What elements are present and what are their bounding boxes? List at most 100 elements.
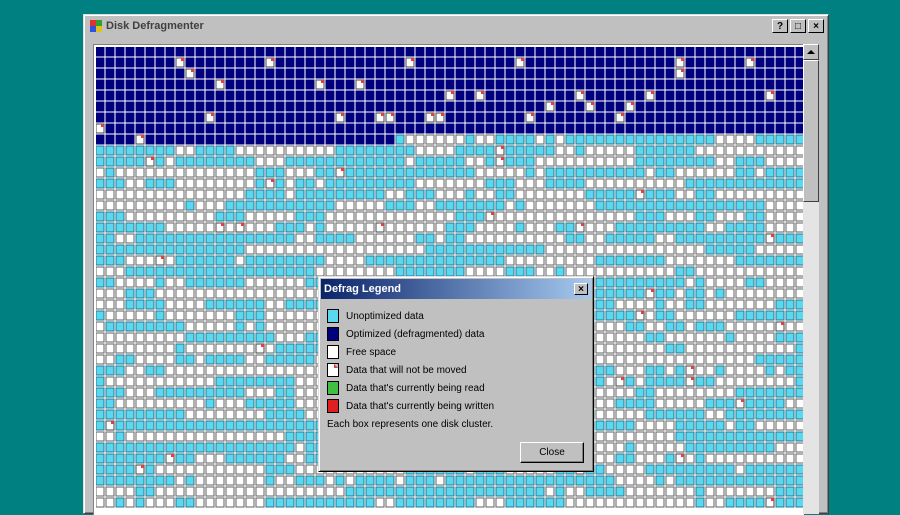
- disk-cluster: [125, 156, 135, 167]
- scroll-up-arrow-icon[interactable]: [803, 44, 819, 60]
- defrag-legend-dialog: Defrag Legend × Unoptimized data Optimiz…: [318, 276, 594, 472]
- disk-cluster: [135, 47, 145, 57]
- disk-cluster: [545, 134, 555, 145]
- disk-cluster: [775, 464, 785, 475]
- disk-cluster: [625, 365, 635, 376]
- disk-cluster: [505, 475, 515, 486]
- disk-cluster: [705, 189, 715, 200]
- disk-cluster: [405, 497, 415, 508]
- disk-cluster: [775, 134, 785, 145]
- disk-cluster: [385, 200, 395, 211]
- disk-cluster: [335, 266, 345, 277]
- disk-cluster: [265, 156, 275, 167]
- disk-cluster: [285, 442, 295, 453]
- disk-cluster: [655, 343, 665, 354]
- disk-cluster: [625, 354, 635, 365]
- dialog-close-icon[interactable]: ×: [574, 283, 588, 295]
- disk-cluster: [615, 332, 625, 343]
- disk-cluster: [295, 376, 305, 387]
- disk-cluster: [265, 376, 275, 387]
- disk-cluster: [695, 442, 705, 453]
- disk-cluster: [695, 486, 705, 497]
- disk-cluster: [705, 222, 715, 233]
- disk-cluster: [775, 497, 785, 508]
- disk-cluster: [175, 123, 185, 134]
- disk-cluster: [535, 233, 545, 244]
- disk-cluster: [705, 497, 715, 508]
- disk-cluster: [615, 288, 625, 299]
- disk-cluster: [745, 475, 755, 486]
- disk-cluster: [135, 420, 145, 431]
- disk-cluster: [105, 189, 115, 200]
- disk-cluster: [185, 244, 195, 255]
- disk-cluster: [715, 288, 725, 299]
- disk-cluster: [595, 200, 605, 211]
- disk-cluster: [155, 211, 165, 222]
- help-button[interactable]: ?: [772, 19, 788, 33]
- disk-cluster: [235, 47, 245, 57]
- disk-cluster: [215, 200, 225, 211]
- disk-cluster: [465, 145, 475, 156]
- disk-cluster: [665, 233, 675, 244]
- disk-cluster: [765, 47, 775, 57]
- disk-cluster: [385, 178, 395, 189]
- disk-cluster: [725, 178, 735, 189]
- scroll-thumb[interactable]: [803, 60, 819, 202]
- disk-cluster: [705, 387, 715, 398]
- disk-cluster: [245, 497, 255, 508]
- disk-cluster: [305, 365, 315, 376]
- disk-cluster: [705, 288, 715, 299]
- restore-button[interactable]: □: [790, 19, 806, 33]
- disk-cluster: [135, 409, 145, 420]
- disk-cluster: [455, 90, 465, 101]
- disk-cluster: [755, 376, 765, 387]
- disk-cluster: [465, 189, 475, 200]
- disk-cluster: [515, 200, 525, 211]
- disk-cluster: [595, 57, 605, 68]
- disk-cluster: [215, 145, 225, 156]
- disk-cluster: [465, 255, 475, 266]
- disk-cluster: [115, 310, 125, 321]
- disk-cluster: [215, 442, 225, 453]
- disk-cluster: [525, 222, 535, 233]
- disk-cluster: [135, 90, 145, 101]
- disk-cluster: [625, 299, 635, 310]
- disk-cluster: [505, 57, 515, 68]
- disk-cluster: [245, 376, 255, 387]
- disk-cluster: [655, 156, 665, 167]
- disk-cluster: [365, 112, 375, 123]
- disk-cluster: [315, 90, 325, 101]
- disk-cluster: [765, 321, 775, 332]
- title-bar[interactable]: Disk Defragmenter ? □ ×: [86, 17, 826, 35]
- disk-cluster: [185, 90, 195, 101]
- dialog-title-bar[interactable]: Defrag Legend ×: [321, 279, 591, 299]
- disk-cluster: [675, 387, 685, 398]
- disk-cluster: [195, 277, 205, 288]
- disk-cluster: [505, 101, 515, 112]
- disk-cluster: [485, 57, 495, 68]
- close-button[interactable]: Close: [520, 442, 584, 463]
- disk-cluster: [505, 90, 515, 101]
- disk-cluster: [165, 277, 175, 288]
- disk-cluster: [185, 266, 195, 277]
- disk-cluster: [475, 134, 485, 145]
- disk-cluster: [645, 123, 655, 134]
- disk-cluster: [215, 244, 225, 255]
- disk-cluster: [725, 145, 735, 156]
- disk-cluster: [405, 101, 415, 112]
- disk-cluster: [96, 178, 105, 189]
- disk-cluster: [225, 464, 235, 475]
- disk-cluster: [425, 57, 435, 68]
- disk-cluster: [645, 332, 655, 343]
- vertical-scrollbar[interactable]: [803, 44, 819, 514]
- disk-cluster: [215, 398, 225, 409]
- disk-cluster: [185, 156, 195, 167]
- disk-cluster: [375, 156, 385, 167]
- disk-cluster: [105, 442, 115, 453]
- disk-cluster: [115, 387, 125, 398]
- disk-cluster: [155, 189, 165, 200]
- disk-cluster: [305, 497, 315, 508]
- close-window-button[interactable]: ×: [808, 19, 824, 33]
- disk-cluster: [145, 354, 155, 365]
- disk-cluster: [305, 354, 315, 365]
